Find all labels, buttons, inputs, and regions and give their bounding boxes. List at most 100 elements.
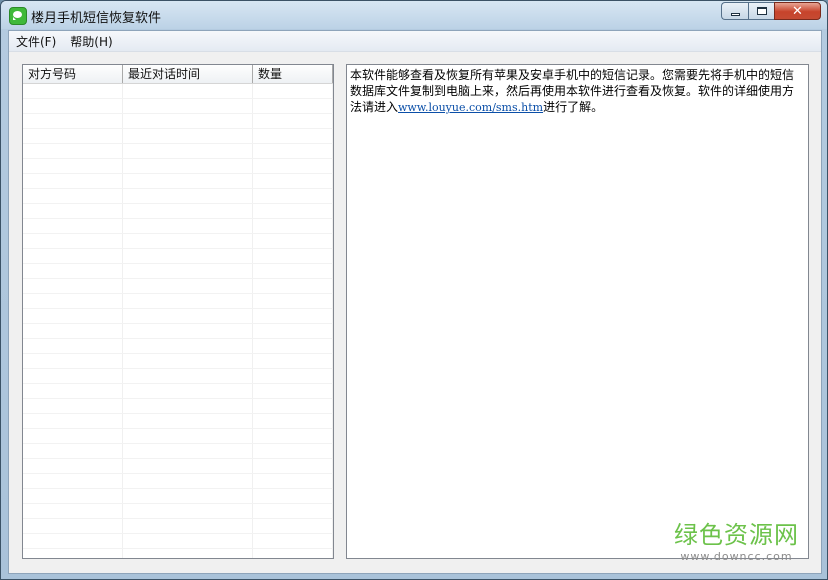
list-cell-empty bbox=[23, 354, 123, 368]
list-cell-empty bbox=[123, 264, 253, 278]
list-cell-empty bbox=[253, 459, 333, 473]
list-cell-empty bbox=[253, 399, 333, 413]
list-cell-empty bbox=[123, 159, 253, 173]
list-row-empty bbox=[23, 234, 333, 249]
list-cell-empty bbox=[123, 519, 253, 533]
list-row-empty bbox=[23, 504, 333, 519]
list-cell-empty bbox=[123, 459, 253, 473]
list-row-empty bbox=[23, 174, 333, 189]
list-cell-empty bbox=[253, 159, 333, 173]
close-button[interactable]: ✕ bbox=[774, 2, 821, 20]
list-row-empty bbox=[23, 489, 333, 504]
list-cell-empty bbox=[123, 144, 253, 158]
list-cell-empty bbox=[23, 159, 123, 173]
list-cell-empty bbox=[23, 144, 123, 158]
list-row-empty bbox=[23, 309, 333, 324]
list-cell-empty bbox=[123, 219, 253, 233]
column-header-number[interactable]: 对方号码 bbox=[23, 65, 123, 83]
list-cell-empty bbox=[23, 444, 123, 458]
list-cell-empty bbox=[253, 354, 333, 368]
list-cell-empty bbox=[253, 189, 333, 203]
list-row-empty bbox=[23, 459, 333, 474]
list-cell-empty bbox=[253, 414, 333, 428]
list-cell-empty bbox=[253, 444, 333, 458]
list-cell-empty bbox=[123, 294, 253, 308]
list-cell-empty bbox=[253, 549, 333, 558]
website-link[interactable]: www.louyue.com/sms.htm bbox=[398, 101, 543, 114]
menu-help[interactable]: 帮助(H) bbox=[63, 33, 119, 50]
list-cell-empty bbox=[253, 504, 333, 518]
list-row-empty bbox=[23, 324, 333, 339]
list-cell-empty bbox=[123, 429, 253, 443]
list-cell-empty bbox=[123, 444, 253, 458]
list-cell-empty bbox=[123, 504, 253, 518]
list-cell-empty bbox=[253, 174, 333, 188]
list-cell-empty bbox=[23, 504, 123, 518]
maximize-button[interactable] bbox=[748, 2, 774, 20]
info-text-pane[interactable]: 本软件能够查看及恢复所有苹果及安卓手机中的短信记录。您需要先将手机中的短信数据库… bbox=[346, 64, 809, 559]
list-cell-empty bbox=[123, 324, 253, 338]
list-cell-empty bbox=[253, 114, 333, 128]
app-window: 楼月手机短信恢复软件 ✕ 文件(F) 帮助(H) 对方号码 最近对话时间 数量 bbox=[0, 0, 828, 580]
list-cell-empty bbox=[123, 489, 253, 503]
list-cell-empty bbox=[23, 549, 123, 558]
message-bubble-icon bbox=[9, 7, 27, 25]
list-cell-empty bbox=[253, 324, 333, 338]
list-cell-empty bbox=[123, 534, 253, 548]
list-cell-empty bbox=[23, 204, 123, 218]
menu-file[interactable]: 文件(F) bbox=[9, 33, 63, 50]
list-cell-empty bbox=[253, 294, 333, 308]
list-row-empty bbox=[23, 429, 333, 444]
list-cell-empty bbox=[253, 99, 333, 113]
maximize-icon bbox=[756, 7, 767, 15]
list-cell-empty bbox=[253, 384, 333, 398]
close-icon: ✕ bbox=[792, 3, 803, 19]
column-header-last-time[interactable]: 最近对话时间 bbox=[123, 65, 253, 83]
list-cell-empty bbox=[123, 114, 253, 128]
conversation-list[interactable]: 对方号码 最近对话时间 数量 bbox=[22, 64, 334, 559]
list-row-empty bbox=[23, 549, 333, 558]
column-header-count[interactable]: 数量 bbox=[253, 65, 333, 83]
list-cell-empty bbox=[123, 369, 253, 383]
list-cell-empty bbox=[23, 414, 123, 428]
list-cell-empty bbox=[123, 354, 253, 368]
list-cell-empty bbox=[23, 519, 123, 533]
list-row-empty bbox=[23, 369, 333, 384]
list-row-empty bbox=[23, 519, 333, 534]
list-cell-empty bbox=[23, 339, 123, 353]
list-cell-empty bbox=[23, 174, 123, 188]
list-cell-empty bbox=[253, 369, 333, 383]
list-cell-empty bbox=[23, 279, 123, 293]
list-cell-empty bbox=[23, 489, 123, 503]
list-cell-empty bbox=[253, 474, 333, 488]
list-cell-empty bbox=[23, 114, 123, 128]
list-cell-empty bbox=[23, 189, 123, 203]
list-cell-empty bbox=[253, 129, 333, 143]
list-row-empty bbox=[23, 249, 333, 264]
list-body[interactable] bbox=[23, 84, 333, 558]
list-row-empty bbox=[23, 204, 333, 219]
list-row-empty bbox=[23, 384, 333, 399]
list-cell-empty bbox=[253, 204, 333, 218]
list-cell-empty bbox=[23, 84, 123, 98]
window-controls: ✕ bbox=[721, 2, 821, 21]
list-row-empty bbox=[23, 264, 333, 279]
list-row-empty bbox=[23, 534, 333, 549]
list-row-empty bbox=[23, 354, 333, 369]
list-cell-empty bbox=[253, 519, 333, 533]
list-cell-empty bbox=[123, 249, 253, 263]
list-row-empty bbox=[23, 279, 333, 294]
list-row-empty bbox=[23, 84, 333, 99]
list-cell-empty bbox=[123, 99, 253, 113]
minimize-button[interactable] bbox=[721, 2, 748, 20]
list-cell-empty bbox=[23, 399, 123, 413]
list-cell-empty bbox=[23, 234, 123, 248]
title-bar[interactable]: 楼月手机短信恢复软件 ✕ bbox=[1, 1, 827, 29]
list-row-empty bbox=[23, 444, 333, 459]
list-cell-empty bbox=[23, 219, 123, 233]
list-cell-empty bbox=[253, 309, 333, 323]
list-row-empty bbox=[23, 414, 333, 429]
list-cell-empty bbox=[23, 384, 123, 398]
list-cell-empty bbox=[253, 219, 333, 233]
list-cell-empty bbox=[123, 309, 253, 323]
